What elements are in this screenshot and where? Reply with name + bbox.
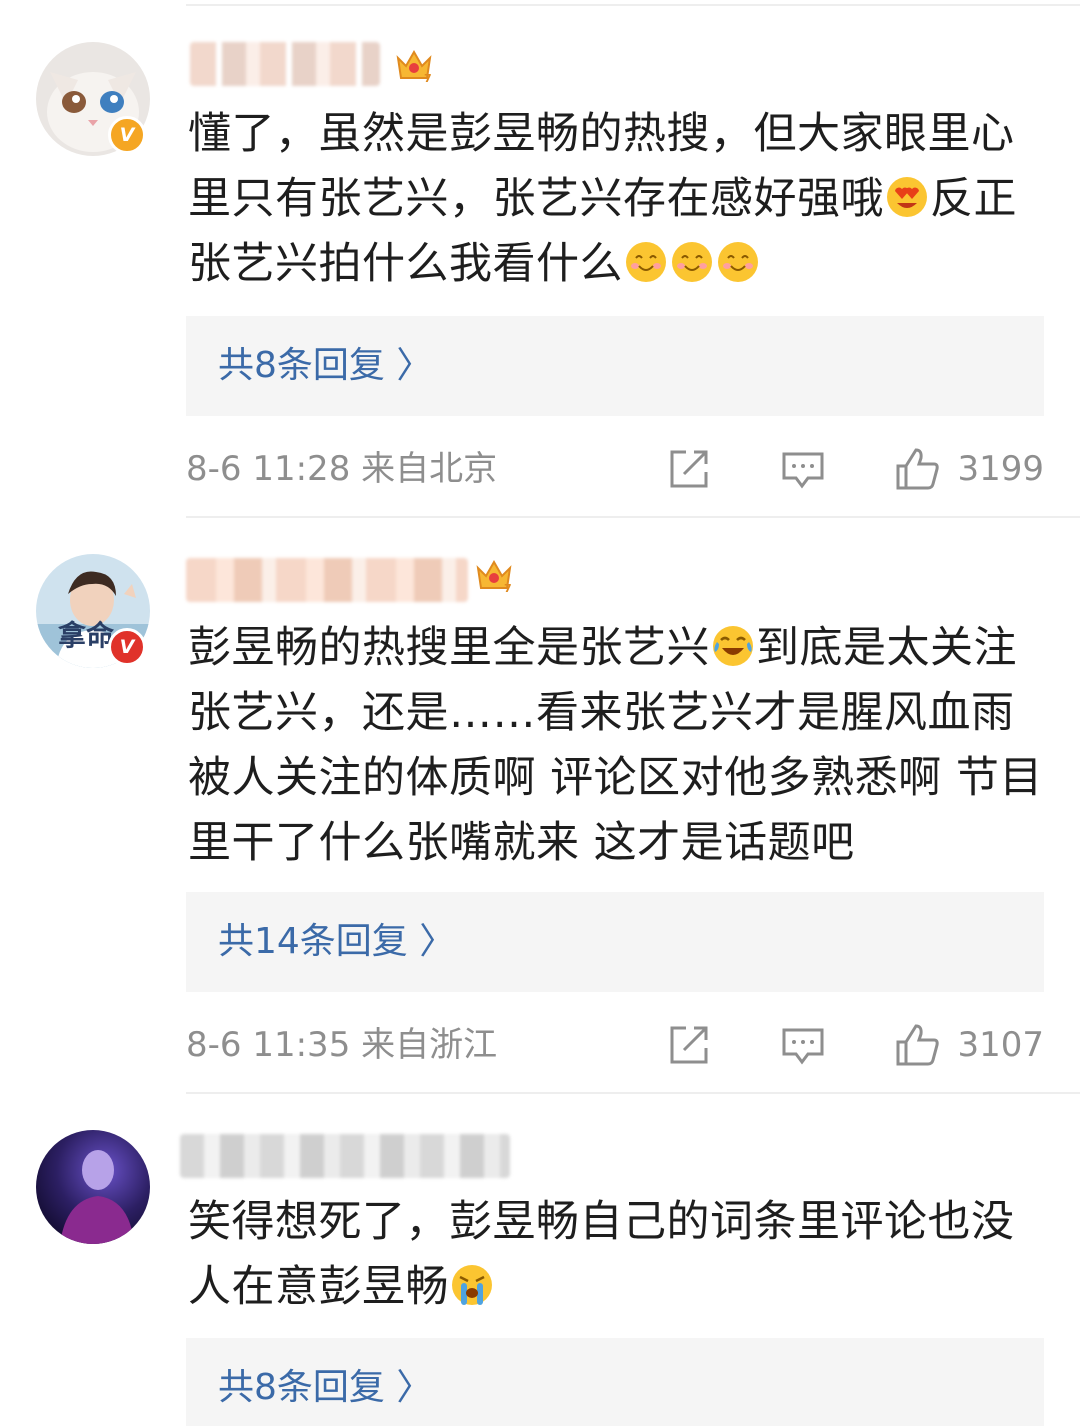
verified-badge-icon: V <box>108 628 146 666</box>
blush-smile-emoji-icon <box>672 242 712 282</box>
like-count: 3199 <box>957 449 1044 489</box>
dark-person-avatar-image <box>36 1130 150 1244</box>
blush-smile-emoji-icon <box>718 242 758 282</box>
divider <box>186 1092 1080 1094</box>
share-icon[interactable] <box>666 1022 712 1068</box>
like-thumb-icon[interactable] <box>894 446 940 492</box>
verified-badge-icon: V <box>108 116 146 154</box>
username-blurred[interactable] <box>180 1134 510 1178</box>
reply-count-link[interactable]: 共8条回复 〉 <box>218 344 432 388</box>
reply-count-link[interactable]: 共8条回复 〉 <box>218 1366 432 1410</box>
timestamp: 8-6 11:35 <box>186 1025 351 1065</box>
share-icon[interactable] <box>666 446 712 492</box>
reply-box[interactable]: 共8条回复 〉 <box>186 1338 1044 1426</box>
svg-text:7: 7 <box>504 582 512 595</box>
username-blurred[interactable] <box>190 42 380 86</box>
comment-footer: 8-6 11:28 来自北京 3199 <box>186 444 1044 494</box>
laugh-cry-emoji-icon <box>713 626 753 666</box>
comment-icon[interactable] <box>780 1022 826 1068</box>
like-thumb-icon[interactable] <box>894 1022 940 1068</box>
crying-emoji-icon <box>452 1265 492 1305</box>
reply-count-link[interactable]: 共14条回复 〉 <box>218 920 455 964</box>
blush-smile-emoji-icon <box>626 242 666 282</box>
comment-icon[interactable] <box>780 446 826 492</box>
location: 来自浙江 <box>361 1025 498 1065</box>
svg-text:7: 7 <box>424 72 432 85</box>
divider <box>186 516 1080 518</box>
heart-eyes-emoji-icon <box>887 177 927 217</box>
comment-text-part: 笑得想死了，彭昱畅自己的词条里评论也没人在意彭昱畅 <box>188 1197 1015 1312</box>
like-count: 3107 <box>957 1025 1044 1065</box>
comment-text: 彭昱畅的热搜里全是张艺兴 到底是太关注张艺兴，还是……看来张艺兴才是腥风血雨被人关… <box>188 616 1048 876</box>
username-blurred[interactable] <box>186 558 468 602</box>
avatar-caption: 拿命 <box>58 619 115 652</box>
avatar[interactable] <box>36 1130 150 1244</box>
comment-text: 懂了，虽然是彭昱畅的热搜，但大家眼里心里只有张艺兴，张艺兴存在感好强哦 反正张艺兴… <box>188 102 1048 297</box>
reply-box[interactable]: 共8条回复 〉 <box>186 316 1044 416</box>
crown-member-icon: 7 <box>476 559 512 595</box>
comment-text-part: 彭昱畅的热搜里全是张艺兴 <box>188 623 710 673</box>
timestamp: 8-6 11:28 <box>186 449 351 489</box>
timestamp-location: 8-6 11:28 来自北京 <box>186 448 497 490</box>
divider <box>186 4 1080 6</box>
timestamp-location: 8-6 11:35 来自浙江 <box>186 1024 497 1066</box>
comment-text: 笑得想死了，彭昱畅自己的词条里评论也没人在意彭昱畅 <box>188 1190 1048 1320</box>
location: 来自北京 <box>361 449 498 489</box>
crown-member-icon: 7 <box>396 49 432 85</box>
reply-box[interactable]: 共14条回复 〉 <box>186 892 1044 992</box>
comment-footer: 8-6 11:35 来自浙江 3107 <box>186 1020 1044 1070</box>
